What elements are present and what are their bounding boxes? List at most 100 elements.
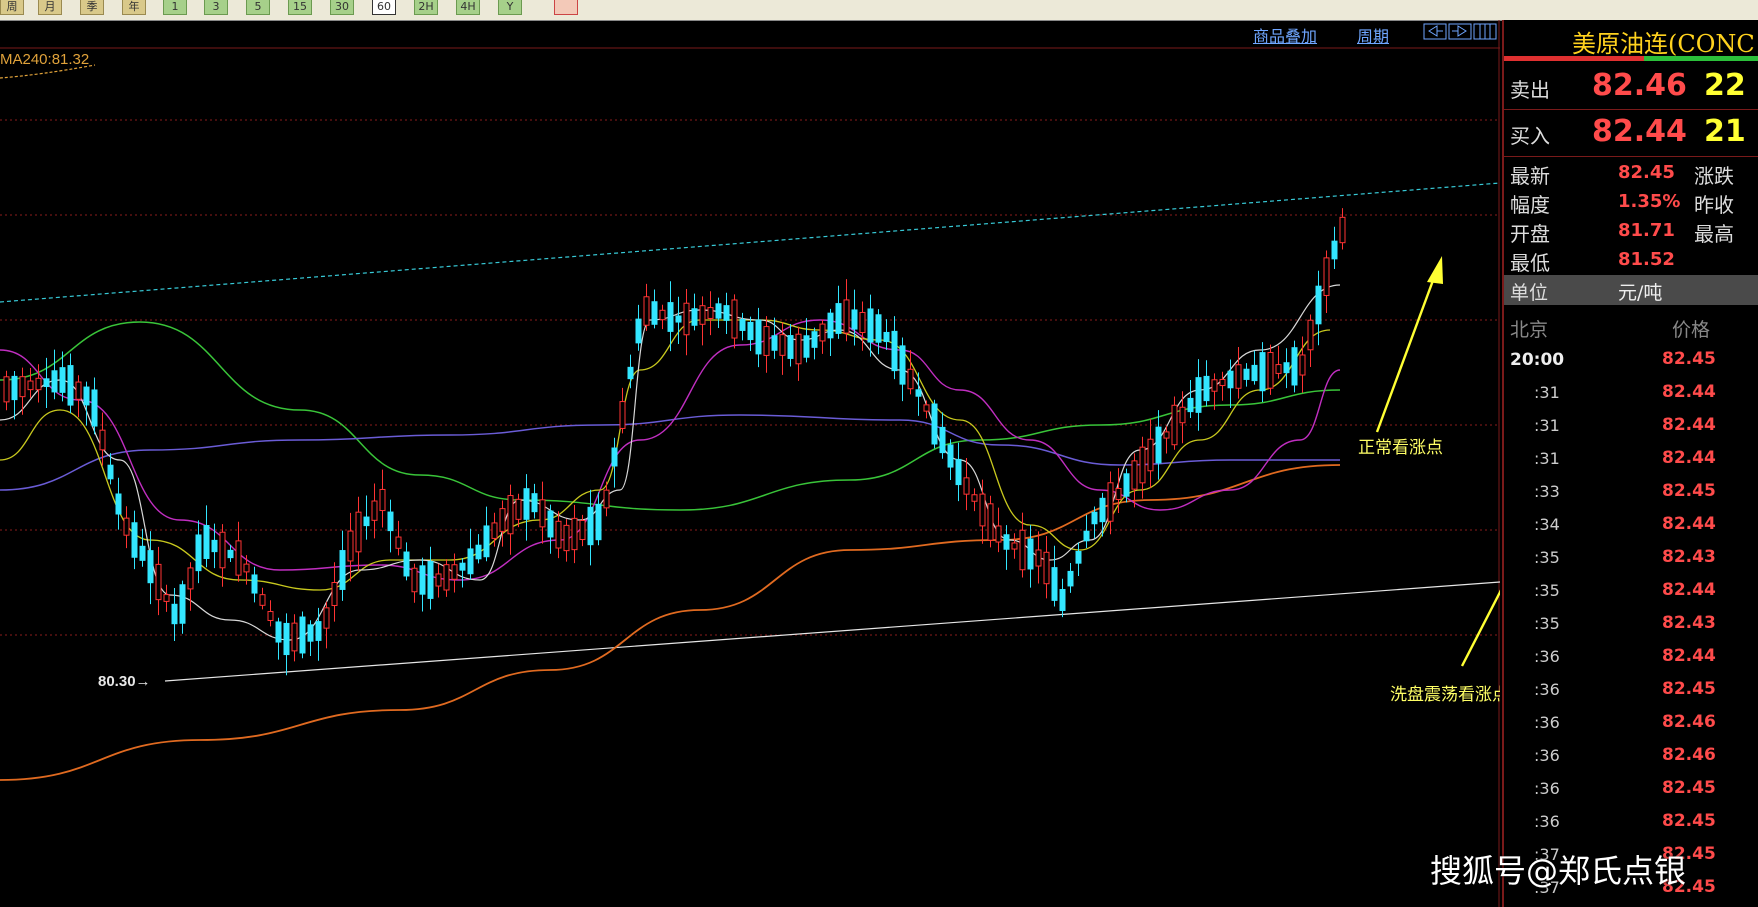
candle-body-121 [971, 494, 978, 502]
candle-body-144 [1155, 426, 1162, 464]
candle-body-143 [1147, 438, 1154, 472]
unit-value: 元/吨 [1618, 282, 1663, 304]
candle-body-95 [763, 326, 770, 356]
candle-body-31 [251, 574, 258, 594]
tick-price-8: 82.43 [1662, 613, 1716, 633]
candle-body-33 [267, 611, 274, 621]
candle-body-42 [339, 550, 346, 590]
period-button-0[interactable]: 周 [0, 0, 24, 15]
period-button-5[interactable]: 3 [204, 0, 228, 15]
candle-body-59 [475, 544, 482, 560]
nav-arrows-icon[interactable] [1423, 22, 1499, 42]
candle-body-49 [395, 536, 402, 549]
red-tool-button[interactable] [554, 0, 578, 15]
candle-body-76 [611, 447, 618, 467]
candle-body-4 [35, 377, 42, 391]
candle-body-71 [571, 517, 578, 551]
period-button-11[interactable]: 4H [456, 0, 480, 15]
candle-body-152 [1219, 378, 1226, 387]
tick-price-6: 82.43 [1662, 547, 1716, 567]
tick-price-11: 82.46 [1662, 712, 1716, 732]
candle-body-7 [59, 367, 66, 393]
period-button-2[interactable]: 季 [80, 0, 104, 15]
candle-body-149 [1195, 377, 1202, 413]
candle-body-151 [1211, 379, 1218, 392]
period-button-10[interactable]: 2H [414, 0, 438, 15]
stat-value-3: 81.52 [1618, 249, 1675, 270]
candle-body-105 [843, 299, 850, 334]
period-button-12[interactable]: Y [498, 0, 522, 15]
tick-price-14: 82.45 [1662, 811, 1716, 831]
buy-volume: 21 [1704, 114, 1746, 149]
chart-canvas[interactable]: MA240:81.32 80.30→ 正常看涨点洗盘震荡看涨点 [0, 20, 1500, 907]
candle-body-79 [635, 318, 642, 344]
candle-body-112 [899, 345, 906, 385]
candle-body-78 [627, 366, 634, 380]
candle-body-142 [1139, 446, 1146, 484]
candle-body-64 [515, 498, 522, 520]
overlay-link[interactable]: 商品叠加 [1253, 23, 1317, 47]
candle-body-74 [595, 503, 602, 541]
annotation-wash: 洗盘震荡看涨点 [1390, 685, 1500, 705]
candle-body-50 [403, 551, 410, 577]
candle-body-118 [947, 444, 954, 468]
candle-body-29 [235, 540, 242, 576]
candle-body-6 [51, 370, 58, 393]
period-button-8[interactable]: 30 [330, 0, 354, 15]
candle-body-148 [1187, 397, 1194, 413]
candle-body-16 [131, 522, 138, 558]
candle-body-166 [1331, 240, 1338, 260]
candle-body-38 [307, 624, 314, 642]
tick-time-6: :35 [1534, 548, 1560, 567]
divider [1504, 156, 1758, 157]
sell-price: 82.46 [1592, 68, 1687, 103]
kline-chart[interactable]: MA240:81.32 80.30→ 正常看涨点 洗盘震荡看涨点 [0, 20, 1500, 907]
candle-body-73 [587, 506, 594, 546]
tick-price-0: 82.45 [1662, 349, 1716, 369]
candle-body-124 [995, 525, 1002, 543]
period-link[interactable]: 周期 [1357, 23, 1389, 47]
lower-trendline [164, 581, 1500, 682]
tick-time-1: :31 [1534, 383, 1560, 402]
candle-body-2 [19, 376, 26, 398]
candle-body-87 [699, 305, 706, 325]
tick-price-10: 82.45 [1662, 679, 1716, 699]
stat-label-0: 最新 [1510, 164, 1550, 188]
period-button-6[interactable]: 5 [246, 0, 270, 15]
period-button-7[interactable]: 15 [288, 0, 312, 15]
buy-label: 买入 [1510, 124, 1550, 148]
candle-body-24 [195, 534, 202, 572]
candle-body-133 [1067, 570, 1074, 587]
tick-time-5: :34 [1534, 515, 1560, 534]
candle-body-32 [259, 594, 266, 606]
candle-body-56 [451, 564, 458, 580]
candle-body-103 [827, 312, 834, 339]
candle-body-159 [1275, 364, 1282, 374]
candle-body-66 [531, 493, 538, 513]
candle-body-153 [1227, 370, 1234, 389]
candle-body-99 [795, 333, 802, 365]
header-bar-red [1504, 56, 1644, 61]
divider [1504, 109, 1758, 110]
candle-body-14 [115, 493, 122, 515]
tick-time-0: 20:00 [1510, 350, 1565, 370]
period-button-1[interactable]: 月 [38, 0, 62, 15]
candle-body-20 [163, 594, 170, 602]
period-button-4[interactable]: 1 [163, 0, 187, 15]
ticks-header-time: 北京 [1510, 319, 1549, 341]
candle-body-9 [75, 381, 82, 400]
candle-body-93 [747, 321, 754, 341]
candle-body-40 [323, 607, 330, 629]
stat-label-3: 最低 [1510, 251, 1550, 275]
period-button-9[interactable]: 60 [372, 0, 396, 15]
tick-price-4: 82.45 [1662, 481, 1716, 501]
stat-label2-0: 涨跌 [1694, 164, 1734, 188]
candle-body-135 [1083, 530, 1090, 542]
candle-body-1 [11, 375, 18, 401]
period-button-3[interactable]: 年 [122, 0, 146, 15]
candle-body-61 [491, 522, 498, 539]
candle-body-109 [875, 314, 882, 343]
watermark: 搜狐号@郑氏点银 [1430, 852, 1687, 890]
stat-label2-2: 最高 [1694, 222, 1734, 246]
candle-body-65 [523, 488, 530, 520]
